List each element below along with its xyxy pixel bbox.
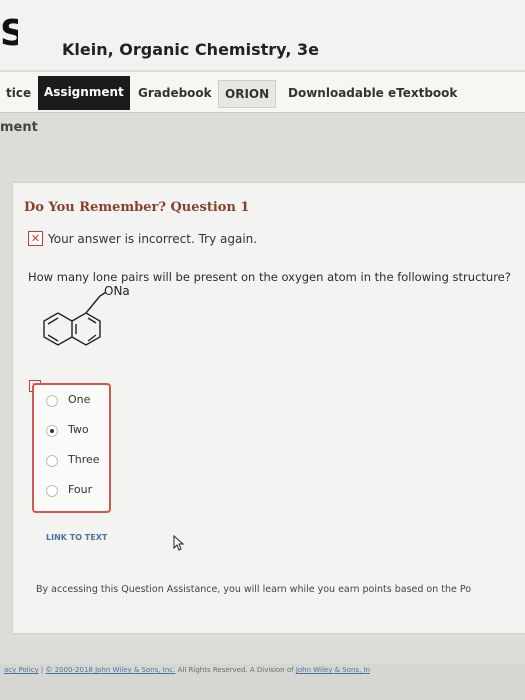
- radio-three[interactable]: [46, 455, 58, 467]
- copyright-link[interactable]: © 2000-2018 John Wiley & Sons, Inc.: [45, 666, 175, 674]
- radio-two-selected[interactable]: [46, 425, 58, 437]
- tab-etextbook[interactable]: Downloadable eTextbook: [282, 80, 463, 106]
- section-label: ment: [0, 120, 38, 135]
- tab-orion[interactable]: ORION: [218, 80, 277, 108]
- footer-separator: |: [40, 666, 44, 674]
- wiley-logo: S: [0, 14, 18, 54]
- tab-practice[interactable]: tice: [0, 80, 37, 106]
- feedback-message: Your answer is incorrect. Try again.: [48, 232, 258, 246]
- footer-text: acy Policy | © 2000-2018 John Wiley & So…: [4, 666, 370, 674]
- option-label: Three: [68, 453, 100, 466]
- option-label: Two: [68, 423, 89, 436]
- radio-four[interactable]: [46, 485, 58, 497]
- option-label: One: [68, 393, 91, 406]
- link-to-text[interactable]: LINK TO TEXT: [46, 533, 107, 542]
- privacy-policy-link[interactable]: acy Policy: [4, 666, 39, 674]
- option-label: Four: [68, 483, 93, 496]
- app-header: S Klein, Organic Chemistry, 3e: [0, 0, 525, 70]
- structure-label-ona: ONa: [104, 284, 130, 298]
- assistance-note: By accessing this Question Assistance, y…: [36, 584, 472, 595]
- mouse-cursor-icon: [173, 535, 185, 551]
- course-title: Klein, Organic Chemistry, 3e: [62, 40, 319, 59]
- tab-assignment[interactable]: Assignment: [38, 76, 130, 110]
- error-x-icon: ✕: [28, 231, 43, 246]
- tab-gradebook[interactable]: Gradebook: [132, 80, 218, 106]
- tab-bar: tice Assignment Gradebook ORION Download…: [0, 72, 525, 113]
- company-link[interactable]: John Wiley & Sons, In: [296, 666, 370, 674]
- question-title: Do You Remember? Question 1: [24, 200, 250, 215]
- rights-text: All Rights Reserved. A Division of: [177, 666, 296, 674]
- radio-one[interactable]: [46, 395, 58, 407]
